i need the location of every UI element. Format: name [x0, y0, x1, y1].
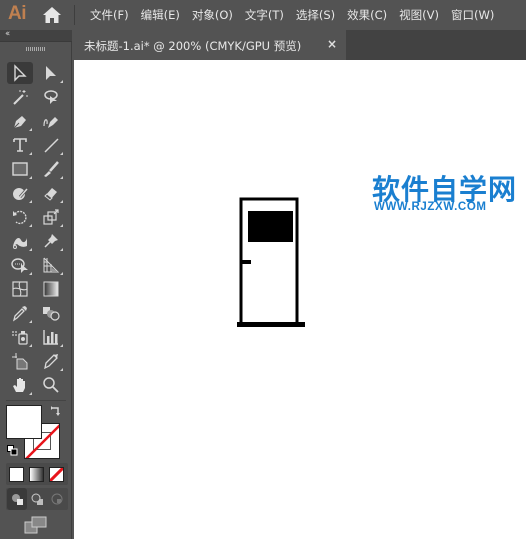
draw-normal-icon [11, 493, 23, 505]
menu-file[interactable]: 文件(F) [90, 7, 129, 23]
menu-effect[interactable]: 效果(C) [347, 7, 387, 23]
menu-object[interactable]: 对象(O) [192, 7, 233, 23]
rectangle-tool[interactable] [7, 158, 33, 180]
direct-selection-tool[interactable] [38, 62, 64, 84]
symbol-sprayer-tool[interactable] [7, 326, 33, 348]
door-handle [241, 260, 251, 264]
tools-divider [6, 400, 66, 401]
door-window [248, 211, 293, 242]
menu-bar: Ai 文件(F) 编辑(E) 对象(O) 文字(T) 选择(S) 效果(C) 视… [0, 0, 526, 30]
line-segment-tool[interactable] [38, 134, 64, 156]
default-fill-stroke-icon[interactable] [7, 445, 18, 456]
menu-select[interactable]: 选择(S) [296, 7, 335, 23]
rotate-icon [13, 210, 27, 225]
line-icon [44, 138, 59, 153]
document-tab-title: 未标题-1.ai* @ 200% (CMYK/GPU 预览) [84, 39, 302, 53]
shaper-icon [13, 188, 29, 200]
direct-selection-arrow-icon [46, 66, 56, 80]
slice-tool[interactable] [38, 350, 64, 372]
shape-builder-tool[interactable] [7, 254, 33, 276]
blend-icon [43, 307, 60, 321]
scale-icon [43, 209, 59, 225]
screen-mode-icon[interactable] [24, 516, 48, 534]
draw-behind-icon [31, 493, 43, 505]
hand-tool[interactable] [7, 374, 33, 396]
gradient-mode-button[interactable] [29, 467, 44, 482]
none-slash-icon [50, 468, 63, 481]
menu-view[interactable]: 视图(V) [399, 7, 439, 23]
artboard-tool[interactable] [7, 350, 33, 372]
shaper-tool[interactable] [7, 182, 33, 204]
perspective-grid-icon [43, 257, 60, 273]
pushpin-icon [44, 234, 58, 248]
rotate-tool[interactable] [7, 206, 33, 228]
menu-divider [74, 5, 75, 25]
menu-type[interactable]: 文字(T) [245, 7, 284, 23]
collapse-panel-icon[interactable]: ‹‹ [5, 29, 10, 39]
home-icon[interactable] [42, 6, 62, 24]
artboard-icon [12, 353, 28, 370]
curvature-pen-icon [43, 117, 58, 128]
warp-tool[interactable] [7, 230, 33, 252]
paintbrush-icon [44, 161, 59, 177]
toolbar-header: ‹‹ [0, 29, 72, 42]
pen-tool[interactable] [7, 110, 33, 132]
eraser-tool[interactable] [38, 182, 64, 204]
type-tool[interactable] [7, 134, 33, 156]
draw-behind-button[interactable] [27, 488, 47, 510]
eraser-icon [44, 188, 57, 201]
symbol-sprayer-icon [12, 331, 28, 345]
hand-icon [13, 378, 25, 392]
mesh-tool[interactable] [7, 278, 33, 300]
color-mode-button[interactable] [9, 467, 24, 482]
column-graph-tool[interactable] [38, 326, 64, 348]
lasso-icon [44, 90, 58, 104]
menu-edit[interactable]: 编辑(E) [141, 7, 180, 23]
selection-tool[interactable] [7, 62, 33, 84]
draw-inside-icon [51, 493, 63, 505]
document-tab-bar: 未标题-1.ai* @ 200% (CMYK/GPU 预览) × [74, 30, 526, 60]
magnifier-icon [43, 377, 59, 393]
puppet-warp-tool[interactable] [38, 230, 64, 252]
tools-panel [0, 42, 72, 539]
perspective-grid-tool[interactable] [38, 254, 64, 276]
mesh-icon [12, 281, 28, 297]
gradient-icon [43, 281, 59, 297]
scale-tool[interactable] [38, 206, 64, 228]
door-artwork[interactable] [234, 196, 310, 330]
selection-arrow-icon [14, 64, 27, 82]
eyedropper-tool[interactable] [7, 302, 33, 324]
warp-icon [13, 238, 27, 249]
rectangle-icon [12, 162, 28, 176]
app-logo: Ai [8, 3, 27, 24]
draw-inside-button[interactable] [47, 488, 67, 510]
close-tab-icon[interactable]: × [327, 37, 337, 51]
door-threshold [237, 322, 305, 327]
main-menu: 文件(F) 编辑(E) 对象(O) 文字(T) 选择(S) 效果(C) 视图(V… [90, 7, 506, 23]
menu-window[interactable]: 窗口(W) [451, 7, 494, 23]
type-t-icon [13, 138, 27, 152]
artboard-canvas[interactable] [74, 60, 526, 539]
draw-normal-button[interactable] [7, 488, 27, 510]
shape-builder-icon [11, 258, 28, 273]
eyedropper-icon [12, 306, 27, 322]
slice-knife-icon [44, 354, 58, 370]
pen-nib-icon [13, 116, 26, 129]
magic-wand-tool[interactable] [7, 86, 33, 108]
blend-tool[interactable] [38, 302, 64, 324]
paintbrush-tool[interactable] [38, 158, 64, 180]
document-tab[interactable]: 未标题-1.ai* @ 200% (CMYK/GPU 预览) × [74, 30, 346, 60]
magic-wand-icon [13, 90, 28, 105]
gradient-tool[interactable] [38, 278, 64, 300]
zoom-tool[interactable] [38, 374, 64, 396]
panel-grip[interactable] [26, 47, 46, 51]
column-graph-icon [43, 330, 58, 345]
curvature-tool[interactable] [38, 110, 64, 132]
none-mode-button[interactable] [49, 467, 64, 482]
swap-fill-stroke-icon[interactable] [50, 405, 62, 417]
lasso-tool[interactable] [38, 86, 64, 108]
watermark-url: WWW.RJZXW.COM [374, 201, 487, 213]
fill-swatch[interactable] [6, 405, 42, 439]
